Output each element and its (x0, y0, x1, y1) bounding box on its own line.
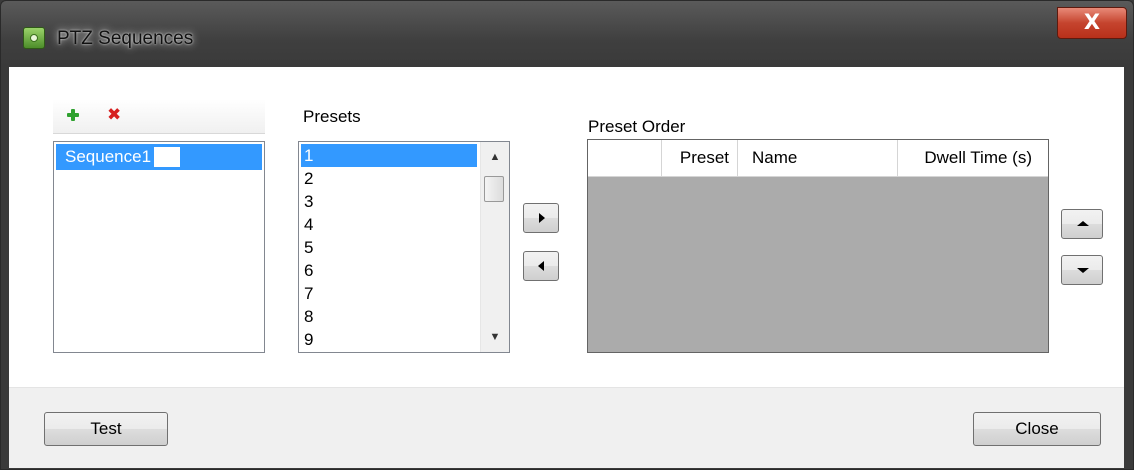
list-item[interactable]: 8 (301, 305, 477, 328)
window-title: PTZ Sequences (57, 28, 194, 49)
add-preset-button[interactable] (523, 203, 559, 233)
scroll-down-icon[interactable]: ▼ (481, 324, 509, 350)
sequence-list[interactable]: Sequence1 (53, 141, 265, 353)
delete-sequence-icon[interactable]: ✖ (107, 105, 121, 125)
triangle-down-icon (1077, 268, 1089, 273)
list-item[interactable]: 9 (301, 328, 477, 351)
test-button[interactable]: Test (44, 412, 168, 446)
triangle-up-icon (1077, 221, 1089, 226)
ptz-sequences-window: PTZ Sequences X ✖ Sequence1 Presets 1 2 … (0, 0, 1134, 470)
preset-order-grid[interactable]: Preset Name Dwell Time (s) (587, 139, 1049, 353)
list-item[interactable]: 3 (301, 190, 477, 213)
list-item[interactable]: 2 (301, 167, 477, 190)
sequence-name-editor[interactable]: Sequence1 (62, 147, 180, 167)
remove-preset-button[interactable] (523, 251, 559, 281)
close-button[interactable]: Close (973, 412, 1101, 446)
grid-header: Preset Name Dwell Time (s) (588, 140, 1048, 177)
dialog-body: ✖ Sequence1 Presets 1 2 3 4 5 6 7 8 9 ▲ … (9, 67, 1124, 468)
dialog-footer: Test Close (9, 387, 1124, 468)
sequence-toolbar: ✖ (53, 99, 265, 134)
presets-label: Presets (303, 107, 361, 126)
move-down-button[interactable] (1061, 255, 1103, 285)
triangle-right-icon (539, 213, 545, 223)
list-item[interactable]: 1 (301, 144, 477, 167)
triangle-left-icon (538, 261, 544, 271)
title-bar[interactable]: PTZ Sequences X (1, 1, 1133, 67)
scroll-thumb[interactable] (484, 176, 504, 202)
presets-list[interactable]: 1 2 3 4 5 6 7 8 9 ▲ ▼ (298, 141, 510, 353)
list-item[interactable]: 6 (301, 259, 477, 282)
column-header-name[interactable]: Name (738, 140, 898, 176)
list-item[interactable]: 4 (301, 213, 477, 236)
add-sequence-icon[interactable] (67, 109, 79, 121)
sequence-name-text[interactable]: Sequence1 (62, 147, 155, 167)
column-header-preset[interactable]: Preset (662, 140, 738, 176)
close-window-button[interactable]: X (1057, 7, 1127, 39)
app-icon (23, 27, 45, 49)
move-up-button[interactable] (1061, 209, 1103, 239)
presets-scrollbar[interactable]: ▲ ▼ (480, 142, 509, 352)
preset-order-label: Preset Order (588, 117, 686, 136)
column-header-dwell-time[interactable]: Dwell Time (s) (898, 140, 1040, 176)
scroll-up-icon[interactable]: ▲ (481, 144, 509, 170)
row-header-column[interactable] (588, 140, 662, 176)
presets-items: 1 2 3 4 5 6 7 8 9 (301, 144, 477, 351)
list-item[interactable]: 7 (301, 282, 477, 305)
list-item[interactable]: Sequence1 (56, 144, 262, 170)
list-item[interactable]: 5 (301, 236, 477, 259)
